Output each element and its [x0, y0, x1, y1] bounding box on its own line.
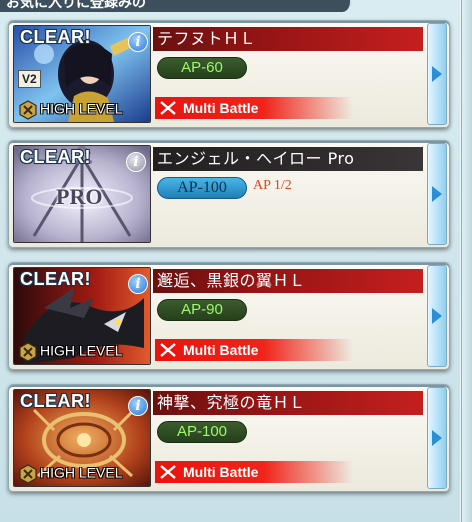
arrow-right-icon [432, 430, 442, 446]
clear-badge: CLEAR! [20, 391, 91, 411]
multi-battle-label: Multi Battle [155, 339, 353, 361]
info-icon[interactable]: i [126, 152, 146, 172]
quest-list-panel: お気に入りに登録みの CLEAR! i V2 HIGH LEVEL テフヌトＨＬ… [0, 0, 464, 522]
multi-battle-label: Multi Battle [155, 461, 353, 483]
crossed-swords-icon [160, 343, 176, 357]
clear-badge: CLEAR! [20, 27, 91, 47]
quest-thumbnail: CLEAR! i HIGH LEVEL [13, 267, 151, 365]
high-level-label: HIGH LEVEL [18, 100, 122, 120]
list-header-text: お気に入りに登録みの [6, 0, 146, 11]
high-level-label: HIGH LEVEL [18, 342, 122, 362]
quest-thumbnail: CLEAR! i PRO [13, 145, 151, 243]
crossed-swords-icon [160, 465, 176, 479]
crossed-swords-hex-icon [19, 464, 37, 484]
quest-title: エンジェル・ヘイロー Pro [153, 147, 423, 171]
quest-detail-arrow-button[interactable] [427, 265, 447, 367]
quest-card-ultimate-dragon-hl[interactable]: CLEAR! i HIGH LEVEL 神撃、究極の竜ＨＬ AP-100 Mul… [8, 384, 450, 492]
quest-detail-arrow-button[interactable] [427, 23, 447, 125]
quest-detail-arrow-button[interactable] [427, 143, 447, 245]
pro-emblem: PRO [56, 184, 103, 209]
quest-card-angel-halo-pro[interactable]: CLEAR! i PRO エンジェル・ヘイロー Pro AP-100 AP 1/… [8, 140, 450, 248]
ap-cost-badge: AP-90 [157, 299, 247, 321]
clear-badge: CLEAR! [20, 147, 91, 167]
quest-title: 神撃、究極の竜ＨＬ [153, 391, 423, 415]
ap-half-note: AP 1/2 [253, 178, 292, 193]
arrow-right-icon [432, 308, 442, 324]
quest-title: テフヌトＨＬ [153, 27, 423, 51]
arrow-right-icon [432, 66, 442, 82]
quest-card-tefnut-hl[interactable]: CLEAR! i V2 HIGH LEVEL テフヌトＨＬ AP-60 Mult… [8, 20, 450, 128]
ap-cost-badge: AP-60 [157, 57, 247, 79]
list-header: お気に入りに登録みの [0, 0, 352, 12]
crossed-swords-hex-icon [19, 100, 37, 120]
quest-card-black-silver-wings-hl[interactable]: CLEAR! i HIGH LEVEL 邂逅、黒銀の翼ＨＬ AP-90 Mult… [8, 262, 450, 370]
scrollbar[interactable] [461, 0, 472, 522]
arrow-right-icon [432, 186, 442, 202]
version-badge: V2 [18, 70, 41, 88]
multi-battle-label: Multi Battle [155, 97, 353, 119]
info-icon[interactable]: i [128, 396, 148, 416]
quest-thumbnail: CLEAR! i HIGH LEVEL [13, 389, 151, 487]
quest-title: 邂逅、黒銀の翼ＨＬ [153, 269, 423, 293]
ap-cost-badge: AP-100 [157, 421, 247, 443]
high-level-label: HIGH LEVEL [18, 464, 122, 484]
info-icon[interactable]: i [128, 32, 148, 52]
quest-thumbnail: CLEAR! i V2 HIGH LEVEL [13, 25, 151, 123]
clear-badge: CLEAR! [20, 269, 91, 289]
info-icon[interactable]: i [128, 274, 148, 294]
quest-detail-arrow-button[interactable] [427, 387, 447, 489]
crossed-swords-icon [160, 101, 176, 115]
ap-cost-badge: AP-100 [157, 177, 247, 199]
crossed-swords-hex-icon [19, 342, 37, 362]
